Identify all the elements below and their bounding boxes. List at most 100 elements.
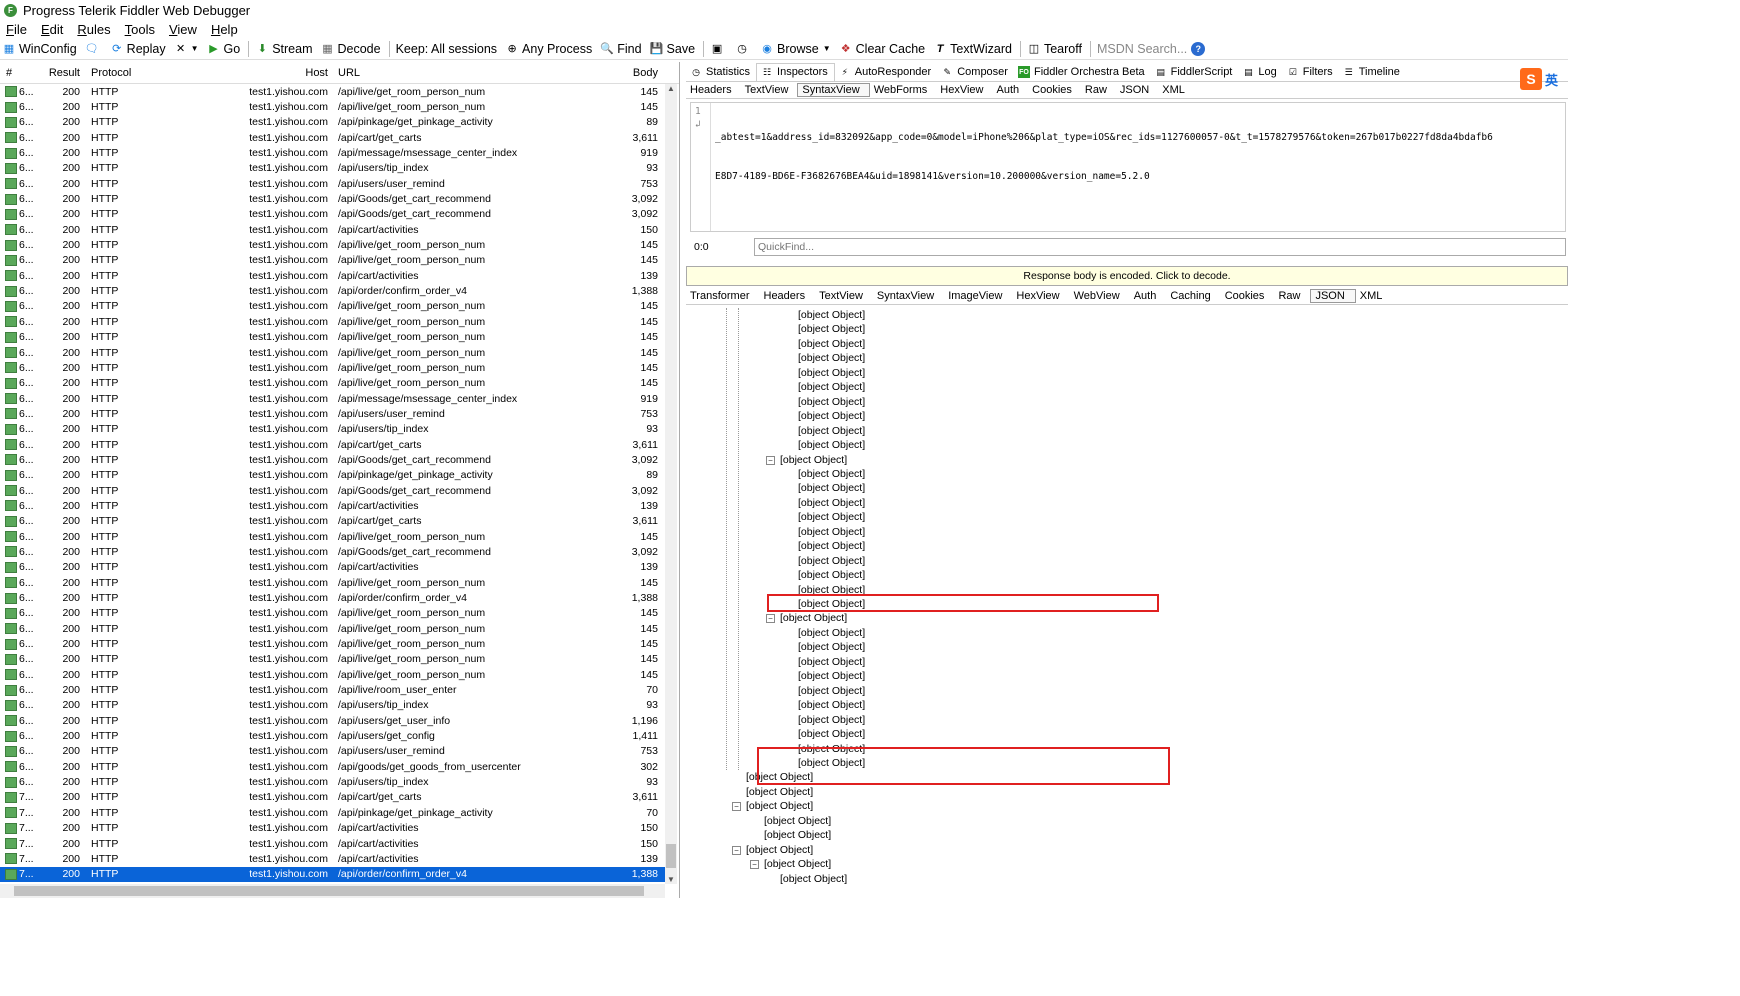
session-row[interactable]: 7... 200 HTTP test1.yishou.com/api/cart/get… (0, 790, 665, 805)
scroll-down-icon[interactable]: ▼ (665, 875, 677, 884)
column-protocol[interactable]: Protocol (86, 67, 146, 79)
session-row[interactable]: 6... 200 HTTP test1.yishou.com/api/live/get… (0, 376, 665, 391)
collapse-toggle-icon[interactable]: − (750, 860, 759, 870)
column-result[interactable]: Result (40, 67, 86, 79)
session-row[interactable]: 6... 200 HTTP test1.yishou.com/api/order/co… (0, 590, 665, 605)
tab-statistics[interactable]: ◷ Statistics (686, 64, 756, 81)
tree-node[interactable]: [object Object] (746, 843, 813, 857)
timer-button[interactable]: ◷ (735, 42, 752, 56)
session-row[interactable]: 6... 200 HTTP test1.yishou.com/api/Goods/ge… (0, 483, 665, 498)
request-tab-syntaxview[interactable]: SyntaxView (797, 83, 870, 97)
session-row[interactable]: 6... 200 HTTP test1.yishou.com/api/live/get… (0, 652, 665, 667)
remove-button[interactable]: ✕ ▼ (174, 42, 199, 56)
session-row[interactable]: 6... 200 HTTP test1.yishou.com/api/message/… (0, 145, 665, 160)
tree-node[interactable]: [object Object] (798, 409, 865, 423)
session-row[interactable]: 6... 200 HTTP test1.yishou.com/api/live/get… (0, 345, 665, 360)
sessions-vertical-scrollbar[interactable]: ▲ ▼ (665, 84, 677, 884)
session-row[interactable]: 6... 200 HTTP test1.yishou.com/api/live/get… (0, 360, 665, 375)
session-row[interactable]: 6... 200 HTTP test1.yishou.com/api/live/get… (0, 575, 665, 590)
session-row[interactable]: 6... 200 HTTP test1.yishou.com/api/users/ti… (0, 774, 665, 789)
tree-node[interactable]: [object Object] (798, 655, 865, 669)
session-row[interactable]: 7... 200 HTTP test1.yishou.com/api/pinkage/… (0, 805, 665, 820)
session-row[interactable]: 6... 200 HTTP test1.yishou.com/api/live/get… (0, 667, 665, 682)
session-row[interactable]: 6... 200 HTTP test1.yishou.com/api/cart/act… (0, 498, 665, 513)
session-row[interactable]: 6... 200 HTTP test1.yishou.com/api/live/get… (0, 299, 665, 314)
request-tab-webforms[interactable]: WebForms (870, 84, 937, 96)
session-row[interactable]: 6... 200 HTTP test1.yishou.com/api/cart/act… (0, 560, 665, 575)
session-row[interactable]: 7... 200 HTTP test1.yishou.com/api/order/co… (0, 866, 665, 882)
session-row[interactable]: 6... 200 HTTP test1.yishou.com/api/live/get… (0, 621, 665, 636)
scroll-up-icon[interactable]: ▲ (665, 84, 677, 93)
go-button[interactable]: ▶ Go (207, 42, 240, 56)
collapse-toggle-icon[interactable]: − (732, 845, 741, 855)
session-row[interactable]: 7... 200 HTTP test1.yishou.com/api/cart/act… (0, 821, 665, 836)
response-tab-headers[interactable]: Headers (760, 290, 816, 302)
session-row[interactable]: 6... 200 HTTP test1.yishou.com/api/live/get… (0, 330, 665, 345)
session-row[interactable]: 6... 200 HTTP test1.yishou.com/api/users/ti… (0, 161, 665, 176)
column-number[interactable]: # (0, 67, 40, 79)
session-row[interactable]: 6... 200 HTTP test1.yishou.com/api/Goods/ge… (0, 544, 665, 559)
menu-file[interactable]: File (6, 22, 27, 37)
session-row[interactable]: 6... 200 HTTP test1.yishou.com/api/cart/get… (0, 130, 665, 145)
tab-timeline[interactable]: ☰ Timeline (1339, 64, 1406, 81)
tab-filters[interactable]: ☑ Filters (1283, 64, 1339, 81)
tab-inspectors[interactable]: ☷ Inspectors (756, 63, 835, 81)
request-body-view[interactable]: 1 ↲ _abtest=1&address_id=832092&app_code… (690, 102, 1566, 232)
session-row[interactable]: 6... 200 HTTP test1.yishou.com/api/live/get… (0, 314, 665, 329)
scrollbar-thumb[interactable] (666, 844, 676, 868)
tab-composer[interactable]: ✎ Composer (937, 64, 1014, 81)
session-row[interactable]: 6... 200 HTTP test1.yishou.com/api/Goods/ge… (0, 191, 665, 206)
tree-node[interactable]: [object Object] (798, 308, 865, 322)
request-tab-auth[interactable]: Auth (993, 84, 1029, 96)
menu-view[interactable]: View (169, 22, 197, 37)
session-row[interactable]: 6... 200 HTTP test1.yishou.com/api/live/get… (0, 606, 665, 621)
tree-node[interactable]: [object Object] (798, 669, 865, 683)
find-button[interactable]: 🔍 Find (600, 42, 641, 56)
response-tab-cookies[interactable]: Cookies (1221, 290, 1275, 302)
stream-button[interactable]: ⬇ Stream (255, 42, 313, 56)
msdn-search-input[interactable]: MSDN Search... (1097, 42, 1187, 56)
tree-node[interactable]: [object Object] (746, 785, 813, 799)
tree-node[interactable]: [object Object] (780, 872, 847, 886)
response-tab-textview[interactable]: TextView (815, 290, 873, 302)
session-row[interactable]: 6... 200 HTTP test1.yishou.com/api/live/get… (0, 253, 665, 268)
tree-node[interactable]: [object Object] (798, 727, 865, 741)
replay-button[interactable]: ⟳ Replay (110, 42, 166, 56)
session-row[interactable]: 6... 200 HTTP test1.yishou.com/api/Goods/ge… (0, 207, 665, 222)
tree-node[interactable]: [object Object] (798, 337, 865, 351)
response-tab-auth[interactable]: Auth (1130, 290, 1167, 302)
session-row[interactable]: 6... 200 HTTP test1.yishou.com/api/cart/get… (0, 514, 665, 529)
clear-cache-button[interactable]: ❖ Clear Cache (839, 42, 925, 56)
menu-edit[interactable]: Edit (41, 22, 63, 37)
tab-log[interactable]: ▤ Log (1238, 64, 1282, 81)
tree-node[interactable]: [object Object] (798, 539, 865, 553)
tab-fiddler-orchestra-beta[interactable]: FO Fiddler Orchestra Beta (1014, 64, 1151, 81)
request-tab-headers[interactable]: Headers (686, 84, 741, 96)
response-tab-raw[interactable]: Raw (1274, 290, 1310, 302)
tree-node[interactable]: [object Object] (798, 351, 865, 365)
tree-node[interactable]: [object Object] (798, 684, 865, 698)
help-button[interactable]: ? (1191, 41, 1208, 56)
browse-button[interactable]: ◉ Browse ▼ (760, 42, 830, 56)
request-tab-raw[interactable]: Raw (1081, 84, 1116, 96)
request-tab-hexview[interactable]: HexView (936, 84, 992, 96)
tree-node[interactable]: [object Object] (798, 525, 865, 539)
session-row[interactable]: 6... 200 HTTP test1.yishou.com/api/pinkage/… (0, 115, 665, 130)
menu-tools[interactable]: Tools (125, 22, 155, 37)
session-row[interactable]: 6... 200 HTTP test1.yishou.com/api/goods/ge… (0, 759, 665, 774)
tree-node[interactable]: [object Object] (798, 640, 865, 654)
sessions-horizontal-scrollbar[interactable] (0, 884, 665, 898)
response-tab-webview[interactable]: WebView (1070, 290, 1130, 302)
response-tab-json[interactable]: JSON (1310, 288, 1356, 303)
request-tab-textview[interactable]: TextView (741, 84, 798, 96)
tree-node[interactable]: [object Object] (798, 510, 865, 524)
scrollbar-thumb[interactable] (14, 886, 644, 896)
column-url[interactable]: URL (332, 67, 622, 79)
session-row[interactable]: 6... 200 HTTP test1.yishou.com/api/users/us… (0, 406, 665, 421)
tree-node[interactable]: [object Object] (798, 554, 865, 568)
textwizard-button[interactable]: T TextWizard (933, 42, 1012, 56)
tree-node[interactable]: [object Object] (798, 698, 865, 712)
session-row[interactable]: 6... 200 HTTP test1.yishou.com/api/pinkage/… (0, 468, 665, 483)
collapse-toggle-icon[interactable]: − (766, 455, 775, 465)
session-row[interactable]: 6... 200 HTTP test1.yishou.com/api/users/ti… (0, 422, 665, 437)
